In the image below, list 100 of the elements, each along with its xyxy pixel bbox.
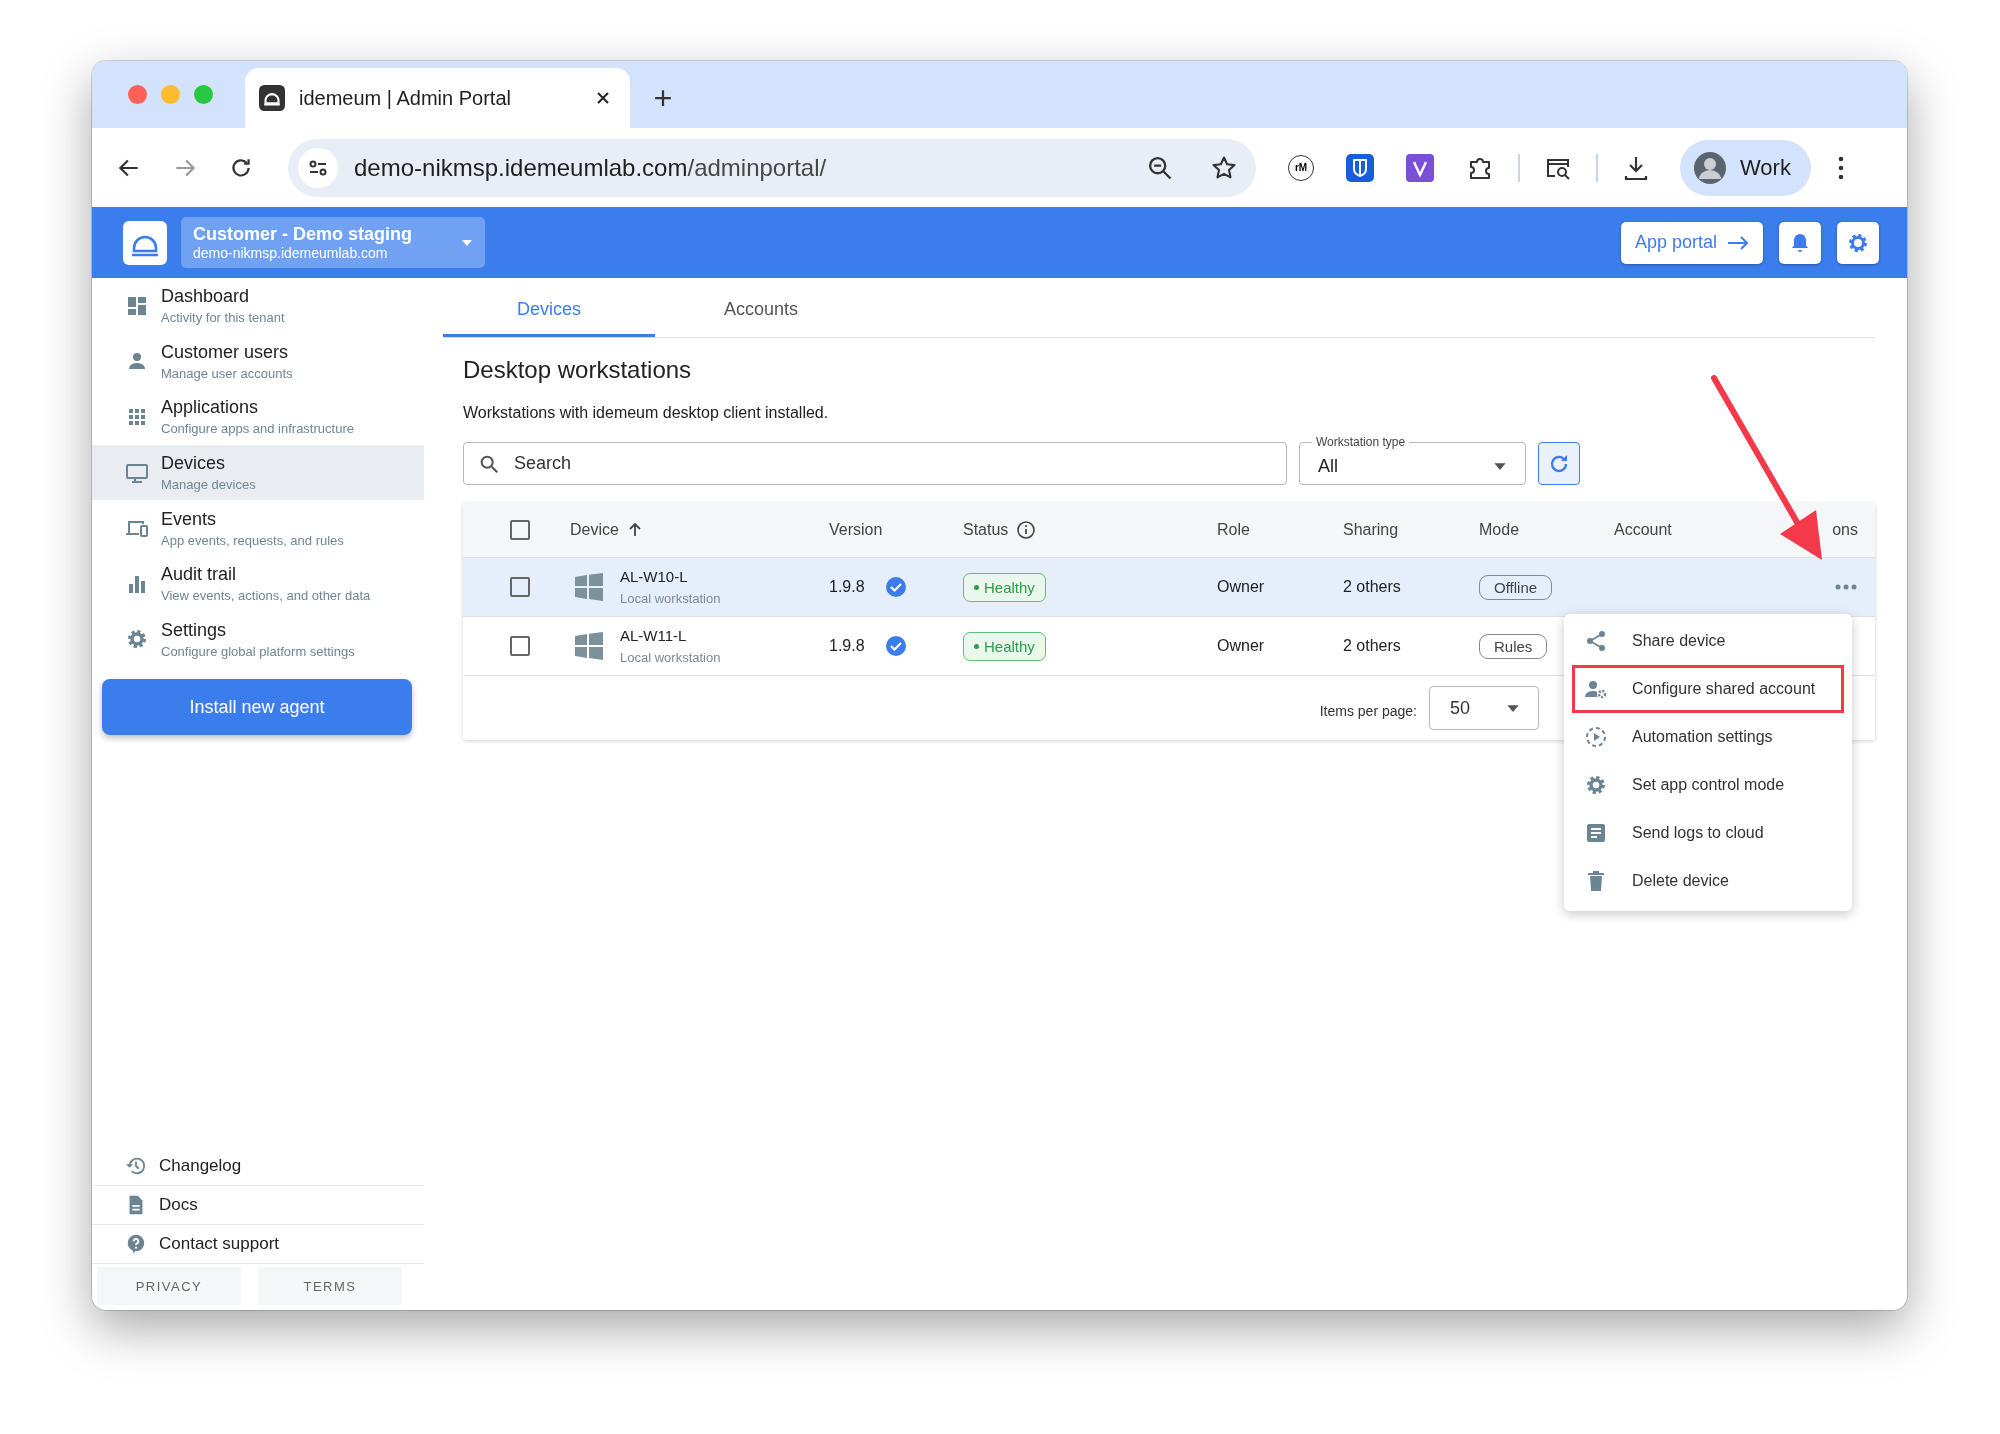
column-header: Status bbox=[963, 521, 1009, 539]
status-badge: Healthy bbox=[963, 572, 1046, 602]
mode-badge: Rules bbox=[1479, 633, 1548, 659]
v-extension-icon[interactable] bbox=[1406, 153, 1434, 182]
column-header: Account bbox=[1614, 521, 1672, 539]
windows-icon bbox=[574, 572, 604, 602]
menu-item[interactable]: Configure shared account bbox=[1572, 665, 1844, 713]
section-description: Workstations with idemeum desktop client installed. bbox=[463, 404, 830, 422]
sidebar-item-title: Audit trail bbox=[161, 564, 238, 586]
sidebar-item-title: Dashboard bbox=[161, 286, 251, 308]
sidebar-item[interactable]: Events App events, requests, and rules bbox=[92, 500, 424, 556]
caret-icon bbox=[461, 238, 473, 247]
search-input[interactable]: Search bbox=[514, 445, 1272, 482]
sidebar-item-subtitle: Manage user accounts bbox=[161, 365, 293, 381]
role-text: Owner bbox=[1217, 637, 1265, 655]
menu-item[interactable]: Set app control mode bbox=[1564, 761, 1852, 809]
legal-link[interactable]: TERMS bbox=[258, 1267, 402, 1305]
sidebar-item-subtitle: App events, requests, and rules bbox=[161, 532, 344, 548]
tab[interactable]: Accounts bbox=[655, 278, 867, 337]
table-row[interactable]: AL-W10-L Local workstation 1.9.8 Healthy Owner 2 others Offline bbox=[463, 557, 1875, 616]
sidebar-item-title: Applications bbox=[161, 397, 260, 419]
document-icon bbox=[1584, 821, 1608, 845]
url-text: demo-nikmsp.idemeumlab.com/adminportal/ bbox=[354, 153, 828, 182]
sidebar-item[interactable]: Applications Configure apps and infrastructure bbox=[92, 389, 424, 445]
row-checkbox[interactable] bbox=[509, 577, 530, 597]
new-tab-icon[interactable] bbox=[654, 89, 672, 107]
caret-icon bbox=[1493, 462, 1507, 471]
sidebar-item-title: Customer users bbox=[161, 341, 290, 363]
items-per-page-select[interactable]: 50 bbox=[1429, 686, 1539, 730]
device-type: Local workstation bbox=[620, 650, 721, 665]
search-field[interactable]: Search bbox=[463, 442, 1287, 485]
legal-link[interactable]: PRIVACY bbox=[97, 1267, 241, 1305]
sharing-text: 2 others bbox=[1343, 637, 1401, 655]
sidebar-item-subtitle: View events, actions, and other data bbox=[161, 588, 371, 604]
footer-link[interactable]: Changelog bbox=[92, 1147, 424, 1186]
sidebar-item-subtitle: Configure global platform settings bbox=[161, 643, 355, 659]
install-agent-button[interactable]: Install new agent bbox=[102, 679, 412, 736]
avatar-icon bbox=[1694, 151, 1726, 184]
shield-icon[interactable] bbox=[1346, 153, 1374, 182]
menu-item[interactable]: Automation settings bbox=[1564, 713, 1852, 761]
sidebar-item-subtitle: Manage devices bbox=[161, 477, 256, 493]
select-all-checkbox[interactable] bbox=[509, 520, 530, 540]
footer-link[interactable]: Docs bbox=[92, 1186, 424, 1225]
column-header: Version bbox=[829, 521, 883, 539]
close-icon[interactable] bbox=[596, 91, 610, 105]
gear-icon bbox=[1584, 773, 1608, 797]
sidebar-item-title: Devices bbox=[161, 453, 227, 475]
sidebar-item-subtitle: Activity for this tenant bbox=[161, 310, 285, 326]
help-icon bbox=[125, 1233, 147, 1255]
notifications-button[interactable] bbox=[1779, 221, 1821, 264]
browser-tab[interactable]: idemeum | Admin Portal bbox=[245, 68, 630, 128]
address-bar[interactable]: demo-nikmsp.idemeumlab.com/adminportal/ bbox=[288, 138, 1256, 197]
automation-icon bbox=[1584, 725, 1608, 749]
favicon-icon bbox=[259, 85, 285, 111]
row-checkbox[interactable] bbox=[509, 636, 530, 656]
workstation-type-select[interactable]: Workstation type All bbox=[1299, 435, 1526, 485]
sidebar-item[interactable]: Customer users Manage user accounts bbox=[92, 333, 424, 390]
column-header: ons bbox=[1832, 521, 1858, 539]
windows-icon bbox=[574, 631, 604, 661]
sidebar-item[interactable]: Dashboard Activity for this tenant bbox=[92, 278, 424, 334]
history-icon bbox=[125, 1155, 147, 1177]
caret-icon bbox=[1506, 703, 1520, 713]
profile-button[interactable]: Work bbox=[1680, 139, 1811, 196]
settings-button[interactable] bbox=[1837, 221, 1879, 264]
site-settings-icon[interactable] bbox=[298, 147, 338, 188]
menu-item[interactable]: Share device bbox=[1564, 617, 1852, 665]
version-text: 1.9.8 bbox=[829, 578, 865, 596]
column-header[interactable]: Device bbox=[570, 521, 619, 539]
device-type: Local workstation bbox=[620, 591, 721, 606]
tab-title: idemeum | Admin Portal bbox=[299, 86, 512, 110]
sidebar-item[interactable]: Settings Configure global platform settings bbox=[92, 611, 424, 668]
app-portal-button[interactable]: App portal bbox=[1620, 221, 1763, 264]
menu-item[interactable]: Delete device bbox=[1564, 857, 1852, 905]
menu-item[interactable]: Send logs to cloud bbox=[1564, 809, 1852, 857]
verified-icon bbox=[884, 576, 907, 598]
version-text: 1.9.8 bbox=[829, 637, 865, 655]
sharing-text: 2 others bbox=[1343, 578, 1401, 596]
sidebar-item-title: Events bbox=[161, 508, 218, 530]
column-header: Sharing bbox=[1343, 521, 1399, 539]
more-icon[interactable] bbox=[1834, 583, 1858, 591]
refresh-button[interactable] bbox=[1538, 442, 1580, 485]
verified-icon bbox=[884, 635, 907, 657]
sidebar-item[interactable]: Devices Manage devices bbox=[92, 444, 424, 501]
column-header: Role bbox=[1217, 521, 1250, 539]
mode-badge: Offline bbox=[1479, 574, 1553, 600]
column-header: Mode bbox=[1479, 521, 1520, 539]
sidebar-item[interactable]: Audit trail View events, actions, and other data bbox=[92, 555, 424, 612]
logo-icon bbox=[123, 220, 167, 265]
info-icon[interactable] bbox=[1016, 520, 1037, 540]
share-icon bbox=[1584, 629, 1608, 653]
footer-link[interactable]: Contact support bbox=[92, 1225, 424, 1264]
status-badge: Healthy bbox=[963, 631, 1046, 661]
items-per-page-label: Items per page: bbox=[1319, 703, 1417, 719]
device-name: AL-W11-L bbox=[620, 627, 688, 644]
role-text: Owner bbox=[1217, 578, 1265, 596]
arrow-right-icon bbox=[1727, 235, 1749, 250]
tab[interactable]: Devices bbox=[443, 278, 655, 337]
sidebar-item-title: Settings bbox=[161, 619, 228, 641]
device-name: AL-W10-L bbox=[620, 568, 689, 585]
sidebar-item-subtitle: Configure apps and infrastructure bbox=[161, 421, 354, 437]
